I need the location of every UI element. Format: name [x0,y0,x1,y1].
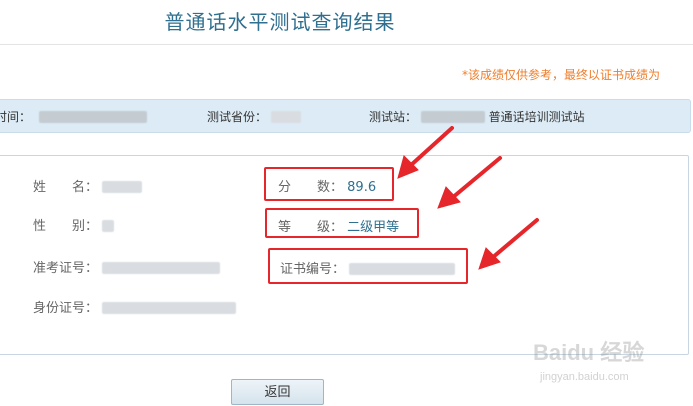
arrow-to-score-icon [408,126,454,168]
arrow-to-grade-icon [450,156,502,200]
arrow-to-certificate-icon [490,218,539,260]
baidu-watermark-logo: Baidu 经验 [533,340,645,365]
back-button[interactable]: 返回 [231,379,324,405]
baidu-watermark-url: jingyan.baidu.com [540,371,629,383]
